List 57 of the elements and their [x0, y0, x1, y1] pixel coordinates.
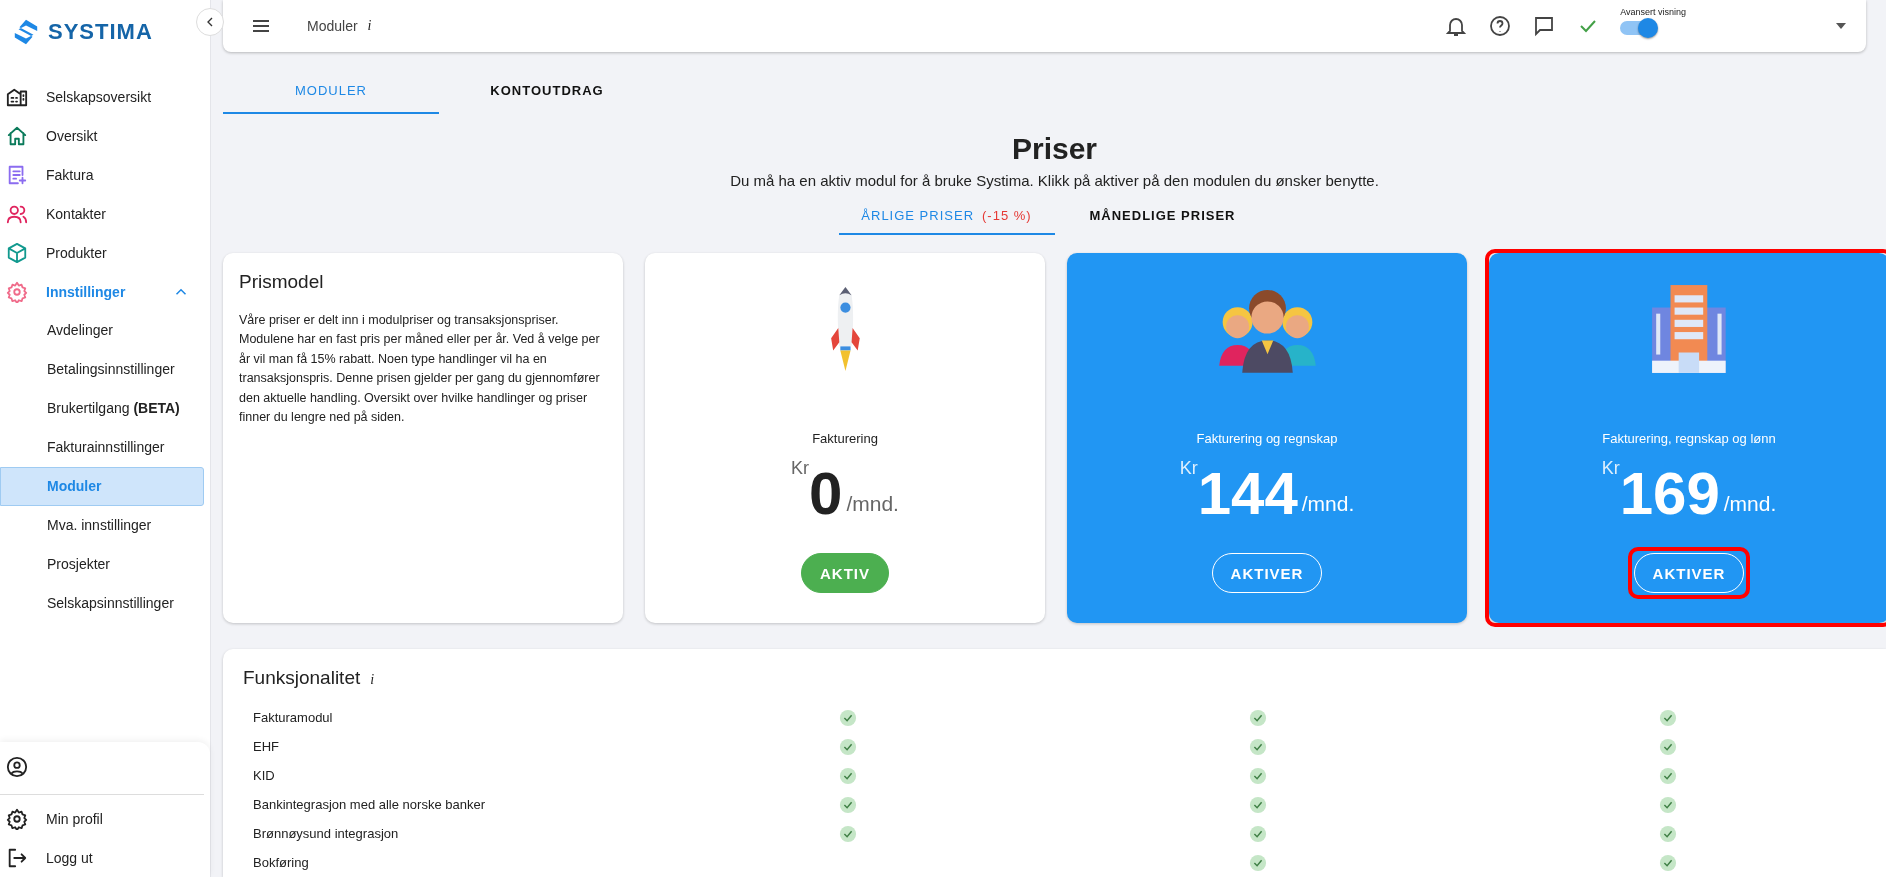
toggle-label: Avansert visning — [1620, 7, 1686, 17]
currency: Kr — [791, 458, 810, 479]
subtitle: Du må ha en aktiv modul for å bruke Systima. Klikk på aktiver på den modulen du ønsker benytte. — [729, 172, 1380, 189]
page-title: Moduler — [307, 18, 358, 34]
account-menu-item[interactable]: Min profil — [0, 799, 210, 838]
card-text: Våre priser er delt inn i modulpriser og transaksjonspriser. Modulene har en fast pris per måned eller per år. Ved å velge per år vil man få 15% rabatt. Noen type handlinger vil ha en transaksjonspris. Denne prisen gjelder per gang du gjennomfører den aktuelle handling. Oversikt over hvilke handlinger og priser finner du lengre ned på siden. — [239, 312, 601, 426]
nav-item[interactable]: Kontakter — [0, 194, 210, 233]
tab[interactable]: ÅRLIGE PRISER (-15 %) — [838, 197, 1055, 235]
nav-subitem[interactable]: Selskapsinnstillinger — [0, 584, 204, 623]
price-unit: /mnd. — [1301, 492, 1355, 516]
home-icon — [6, 124, 28, 147]
currency: Kr — [1179, 458, 1198, 479]
module-name: Fakturering, regnskap og lønn — [1602, 431, 1776, 446]
nav-item[interactable]: Produkter — [0, 233, 210, 272]
nav-subitem[interactable]: Fakturainnstillinger — [0, 428, 204, 467]
logo-icon — [12, 18, 40, 46]
gear-icon — [6, 280, 28, 303]
feature-name: Fakturamodul — [252, 710, 334, 725]
feature-name: KID — [252, 768, 276, 783]
info-icon[interactable]: i — [367, 18, 372, 34]
nav-subitem[interactable]: Prosjekter — [0, 545, 204, 584]
tab[interactable]: MÅNEDLIGE PRISER — [1054, 197, 1271, 235]
caret-icon[interactable] — [1836, 23, 1846, 29]
brand-name: SYSTIMA — [48, 19, 153, 45]
nav-subitem[interactable]: Betalingsinnstillinger — [0, 350, 204, 389]
card-title: Prismodel — [239, 271, 325, 293]
nav-item[interactable]: Oversikt — [0, 116, 210, 155]
feature-name: EHF — [252, 739, 280, 754]
gear-icon — [6, 807, 28, 830]
currency: Kr — [1601, 458, 1620, 479]
invoice-icon — [6, 163, 28, 186]
logout-icon — [6, 846, 28, 869]
feature-name: Bankintegrasjon med alle norske banker — [252, 797, 486, 812]
nav-subitem[interactable]: Brukertilgang (BETA) — [0, 389, 204, 428]
nav-item[interactable]: Innstillinger — [0, 272, 210, 311]
feature-name: Brønnøysund integrasjon — [252, 826, 400, 841]
toggle-switch[interactable] — [1620, 21, 1655, 35]
price-amount: 169 — [1619, 464, 1720, 524]
module-name: Fakturering — [812, 431, 878, 446]
feature-name: Bokføring — [252, 855, 310, 870]
price-amount: 0 — [809, 464, 843, 524]
page-heading: Priser — [1010, 132, 1099, 166]
price-amount: 144 — [1197, 464, 1298, 524]
price-unit: /mnd. — [1723, 492, 1777, 516]
nav-subitem[interactable]: Mva. innstillinger — [0, 506, 204, 545]
card-title: Funksjonalitet — [243, 667, 361, 689]
module-name: Fakturering og regnskap — [1196, 431, 1338, 446]
help-icon[interactable] — [1488, 14, 1513, 38]
box-icon — [6, 241, 28, 264]
user-icon — [6, 756, 28, 778]
nav-subitem[interactable]: Avdelinger — [0, 311, 204, 350]
info-icon[interactable]: i — [370, 672, 375, 688]
tab[interactable]: KONTOUTDRAG — [439, 68, 655, 114]
nav-item[interactable]: Selskapsoversikt — [0, 77, 210, 116]
price-unit: /mnd. — [846, 492, 899, 516]
account-menu-item[interactable]: Logg ut — [0, 838, 210, 877]
nav-item[interactable]: Faktura — [0, 155, 210, 194]
